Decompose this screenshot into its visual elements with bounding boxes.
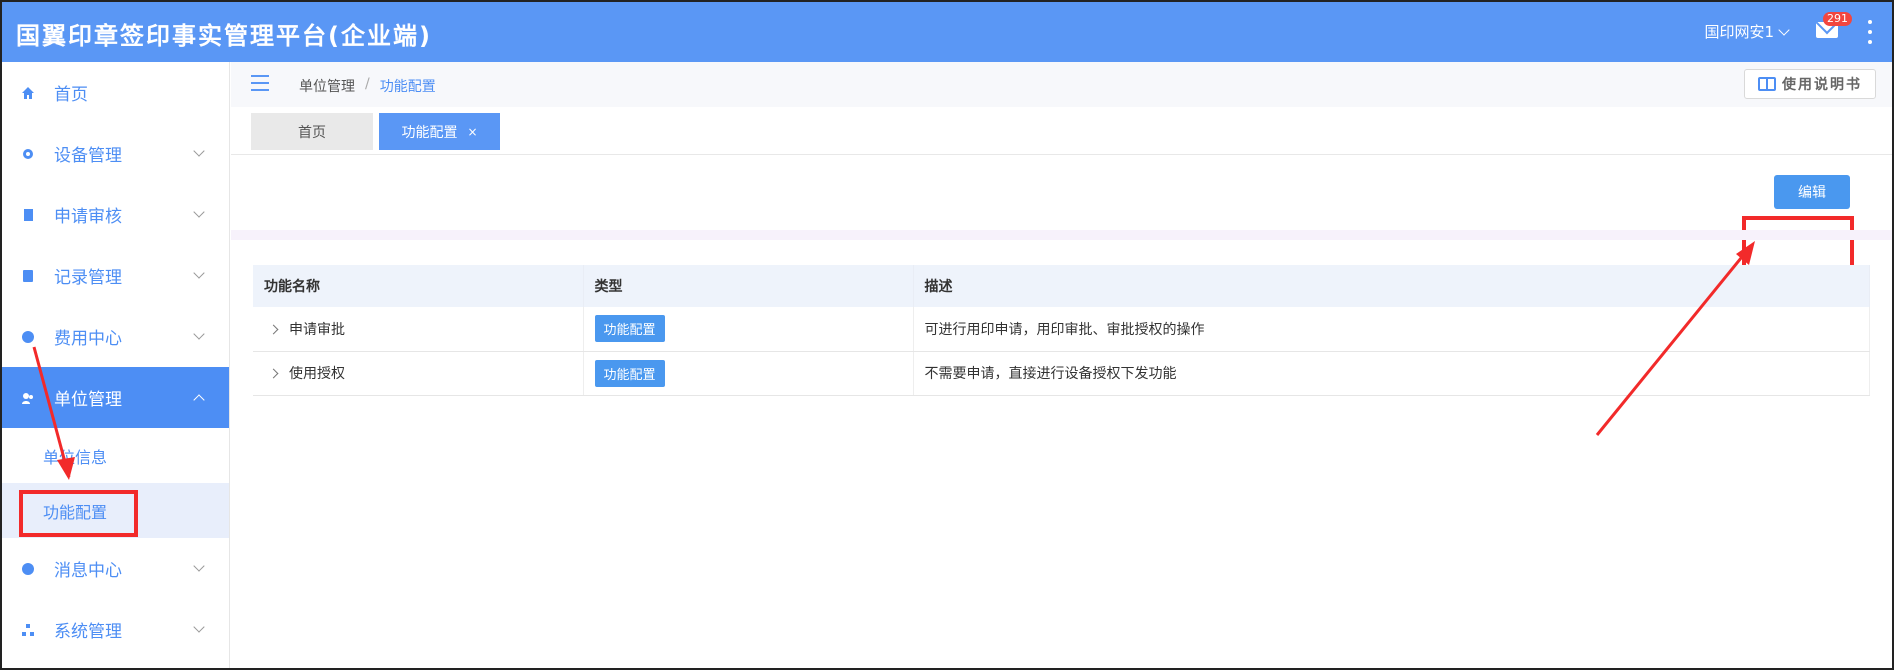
- yen-icon: [22, 331, 34, 343]
- home-icon: [22, 87, 34, 99]
- top-header: 国翼印章签印事实管理平台(企业端) 国印网安1 291: [2, 2, 1892, 62]
- tab-function-config[interactable]: 功能配置 ×: [379, 113, 500, 150]
- sidebar-item-label: 设备管理: [54, 146, 122, 166]
- sidebar-item-label: 单位管理: [54, 390, 122, 410]
- record-icon: [23, 270, 33, 282]
- column-header-type: 类型: [583, 265, 914, 307]
- app-title: 国翼印章签印事实管理平台(企业端): [16, 22, 432, 50]
- document-icon: [24, 209, 33, 221]
- mail-badge: 291: [1823, 12, 1852, 26]
- page-tabs: 首页 功能配置 ×: [251, 113, 500, 150]
- chevron-down-icon: [193, 560, 205, 572]
- sidebar-item-fee-center[interactable]: 费用中心: [2, 306, 229, 367]
- toolbar: 编辑: [231, 155, 1892, 230]
- sidebar-item-label: 申请审核: [54, 207, 122, 227]
- sidebar-item-label: 记录管理: [54, 268, 122, 288]
- main-content: 单位管理 / 功能配置 使用说明书 首页 功能配置 × 编辑 功能名称 类型 描…: [231, 62, 1892, 668]
- chevron-down-icon: [193, 267, 205, 279]
- sidebar-item-label: 消息中心: [54, 561, 122, 581]
- chevron-down-icon: [193, 621, 205, 633]
- sidebar-item-message-center[interactable]: 消息中心: [2, 538, 229, 599]
- tab-label: 功能配置: [401, 124, 458, 141]
- sidebar-item-system-management[interactable]: 系统管理: [2, 599, 229, 660]
- breadcrumb-bar: 单位管理 / 功能配置 使用说明书: [231, 62, 1892, 107]
- chevron-down-icon: [1778, 23, 1790, 36]
- type-button[interactable]: 功能配置: [594, 315, 665, 343]
- chevron-down-icon: [193, 328, 205, 340]
- users-icon: [22, 393, 33, 404]
- sidebar-subitem-function-config[interactable]: 功能配置: [2, 483, 229, 538]
- table-cell-description: 可进行用印申请，用印审批、审批授权的操作: [913, 307, 1870, 352]
- section-divider: [231, 230, 1892, 240]
- sidebar-subitem-label: 单位信息: [43, 447, 108, 467]
- sidebar: 首页 设备管理 申请审核 记录管理 费用中心 单位管理 单位信息 功能配置 消息…: [2, 62, 230, 668]
- sidebar-item-unit-management[interactable]: 单位管理: [2, 367, 229, 428]
- edit-button[interactable]: 编辑: [1774, 175, 1850, 209]
- expand-icon[interactable]: [268, 368, 279, 379]
- sidebar-item-label: 首页: [54, 85, 88, 105]
- column-header-name: 功能名称: [253, 265, 584, 307]
- manual-button[interactable]: 使用说明书: [1744, 69, 1876, 99]
- sidebar-subitem-unit-info[interactable]: 单位信息: [2, 428, 229, 483]
- sidebar-item-application-review[interactable]: 申请审核: [2, 184, 229, 245]
- tab-home[interactable]: 首页: [251, 113, 373, 150]
- sidebar-item-device-management[interactable]: 设备管理: [2, 123, 229, 184]
- table-cell-name: 申请审批: [253, 307, 584, 352]
- sidebar-item-record-management[interactable]: 记录管理: [2, 245, 229, 306]
- table-row: 申请审批 功能配置 可进行用印申请，用印审批、审批授权的操作: [253, 307, 1870, 352]
- user-menu[interactable]: 国印网安1: [1704, 21, 1790, 42]
- expand-icon[interactable]: [268, 324, 279, 335]
- sidebar-item-label: 系统管理: [54, 622, 122, 642]
- column-header-description: 描述: [913, 265, 1870, 307]
- chevron-down-icon: [193, 206, 205, 218]
- sidebar-subitem-label: 功能配置: [43, 502, 108, 522]
- row-name: 申请审批: [289, 321, 345, 338]
- table-cell-type: 功能配置: [583, 351, 914, 396]
- type-button[interactable]: 功能配置: [594, 359, 665, 387]
- screen: 国翼印章签印事实管理平台(企业端) 国印网安1 291 首页 设备管理 申请审核…: [0, 0, 1894, 670]
- chat-icon: [22, 563, 34, 575]
- function-table: 功能名称 类型 描述 申请审批 功能配置 可进行用印申请，用印审批、审批授权的操…: [253, 265, 1870, 396]
- chevron-up-icon: [193, 394, 205, 406]
- breadcrumb-parent[interactable]: 单位管理: [299, 76, 355, 96]
- menu-toggle-icon[interactable]: [251, 75, 269, 91]
- close-icon[interactable]: ×: [467, 125, 477, 139]
- more-icon[interactable]: [1868, 20, 1872, 44]
- table-row: 使用授权 功能配置 不需要申请，直接进行设备授权下发功能: [253, 351, 1870, 396]
- table-cell-type: 功能配置: [583, 307, 914, 352]
- row-name: 使用授权: [289, 366, 345, 382]
- user-name: 国印网安1: [1704, 23, 1774, 41]
- sitemap-icon: [22, 624, 34, 636]
- table-cell-description: 不需要申请，直接进行设备授权下发功能: [913, 351, 1870, 396]
- table-header-row: 功能名称 类型 描述: [253, 265, 1870, 307]
- breadcrumb-separator: /: [365, 76, 370, 92]
- chevron-down-icon: [193, 145, 205, 157]
- breadcrumb-current: 功能配置: [379, 79, 436, 95]
- table-cell-name: 使用授权: [253, 351, 584, 396]
- book-icon: [1758, 77, 1776, 91]
- breadcrumb: 单位管理 / 功能配置: [299, 76, 436, 96]
- sidebar-item-label: 费用中心: [54, 329, 122, 349]
- gear-icon: [23, 149, 33, 159]
- manual-button-label: 使用说明书: [1782, 76, 1862, 92]
- sidebar-item-home[interactable]: 首页: [2, 62, 229, 123]
